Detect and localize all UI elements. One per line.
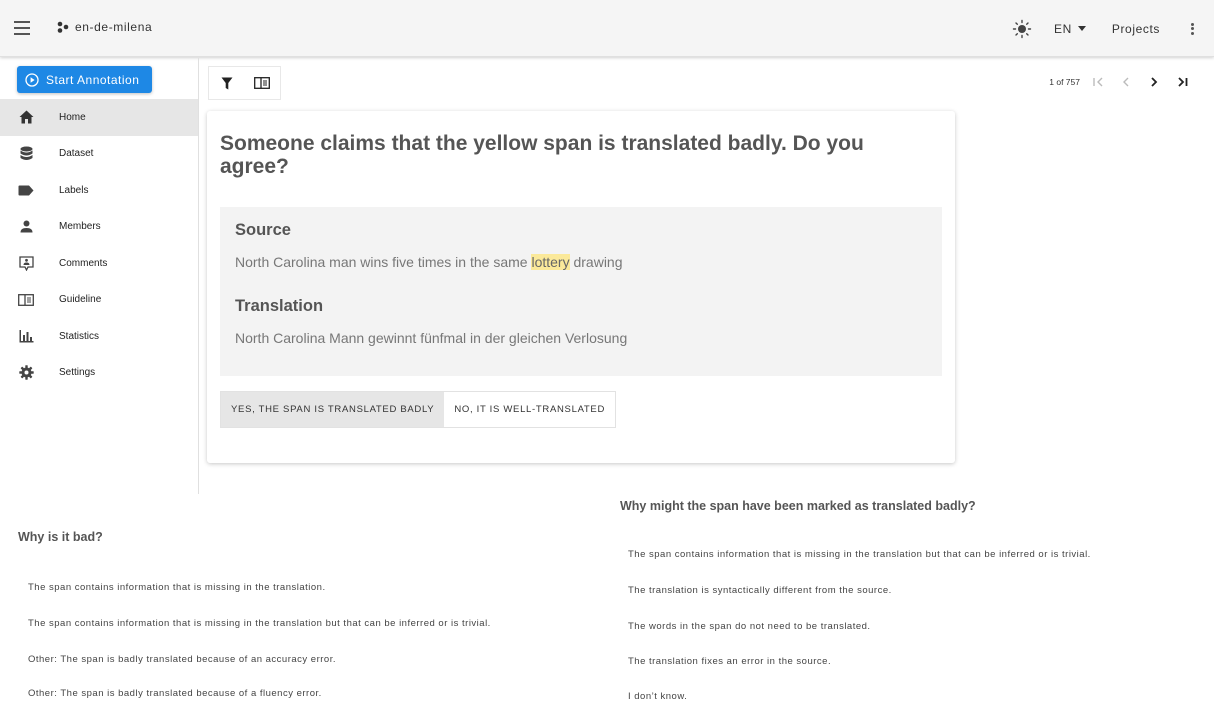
question-text: Someone claims that the yellow span is t… — [220, 132, 864, 178]
first-page-icon — [1092, 77, 1102, 87]
why-marked-option[interactable]: I don’t know. — [628, 691, 687, 702]
sidebar: Start Annotation Home Dataset Labels Mem… — [0, 58, 199, 494]
sidebar-item-label: Home — [59, 111, 86, 123]
highlighted-span: lottery — [531, 254, 570, 270]
menu-icon[interactable] — [14, 21, 30, 35]
page-counter: 1 of 757 — [1049, 77, 1080, 87]
start-annotation-button[interactable]: Start Annotation — [17, 66, 152, 93]
last-page-button[interactable] — [1168, 72, 1196, 92]
sidebar-item-label: Dataset — [59, 148, 94, 160]
yes-translated-badly-button[interactable]: YES, THE SPAN IS TRANSLATED BADLY — [221, 392, 445, 427]
sidebar-item-home[interactable]: Home — [0, 99, 198, 136]
label-icon — [18, 182, 34, 198]
more-vert-icon[interactable] — [1182, 19, 1202, 39]
source-text-after: drawing — [569, 254, 623, 270]
translation-text: North Carolina Mann gewinnt fünfmal in d… — [235, 330, 628, 346]
database-icon — [18, 146, 34, 162]
sidebar-item-statistics[interactable]: Statistics — [0, 318, 198, 355]
why-marked-option[interactable]: The translation is syntactically differe… — [628, 585, 892, 596]
toolbar — [208, 66, 281, 100]
source-heading: Source — [235, 221, 291, 239]
theme-toggle-icon[interactable] — [1012, 19, 1032, 39]
filter-icon — [221, 77, 233, 89]
app-bar: en-de-milena EN Projects — [0, 0, 1214, 57]
book-icon — [18, 292, 34, 308]
guideline-button[interactable] — [245, 66, 281, 100]
first-page-button[interactable] — [1084, 72, 1112, 92]
why-marked-option[interactable]: The span contains information that is mi… — [628, 549, 1091, 560]
why-marked-option[interactable]: The translation fixes an error in the so… — [628, 656, 831, 667]
sidebar-item-settings[interactable]: Settings — [0, 355, 198, 392]
sidebar-item-comments[interactable]: Comments — [0, 245, 198, 282]
why-bad-option[interactable]: Other: The span is badly translated beca… — [28, 688, 322, 699]
annotation-card: Someone claims that the yellow span is t… — [207, 111, 955, 463]
project-title: en-de-milena — [57, 20, 152, 34]
why-marked-option[interactable]: The words in the span do not need to be … — [628, 621, 871, 632]
sidebar-item-label: Statistics — [59, 330, 100, 342]
filter-button[interactable] — [209, 66, 245, 100]
source-text: North Carolina man wins five times in th… — [235, 254, 623, 270]
source-text-before: North Carolina man wins five times in th… — [235, 254, 532, 270]
language-label: EN — [1053, 21, 1072, 36]
why-bad-option[interactable]: Other: The span is badly translated beca… — [28, 654, 336, 665]
sidebar-item-label: Guideline — [59, 294, 102, 306]
sidebar-item-labels[interactable]: Labels — [0, 172, 198, 209]
why-marked-title: Why might the span have been marked as t… — [620, 499, 976, 513]
why-bad-title: Why is it bad? — [18, 530, 103, 544]
answer-toggle-group: YES, THE SPAN IS TRANSLATED BADLY NO, IT… — [220, 391, 617, 428]
chevron-left-icon — [1123, 77, 1129, 87]
caret-down-icon — [1077, 26, 1086, 31]
pagination: 1 of 757 — [1049, 72, 1196, 92]
sidebar-item-label: Members — [59, 221, 101, 233]
no-well-translated-button[interactable]: NO, IT IS WELL-TRANSLATED — [444, 392, 615, 427]
next-page-button[interactable] — [1140, 72, 1168, 92]
why-bad-option[interactable]: The span contains information that is mi… — [28, 582, 326, 593]
sidebar-item-label: Settings — [59, 367, 96, 379]
sidebar-nav: Home Dataset Labels Members Comments Gui… — [0, 99, 198, 391]
last-page-icon — [1177, 77, 1187, 87]
language-selector[interactable]: EN — [1054, 22, 1086, 36]
previous-page-button[interactable] — [1112, 72, 1140, 92]
projects-button[interactable]: Projects — [1112, 22, 1160, 36]
example-panel: Source North Carolina man wins five time… — [220, 207, 942, 376]
sidebar-item-members[interactable]: Members — [0, 209, 198, 246]
project-icon — [57, 21, 69, 33]
start-annotation-label: Start Annotation — [46, 72, 140, 87]
gear-icon — [18, 365, 34, 381]
chart-icon — [18, 328, 34, 344]
sidebar-item-label: Comments — [59, 257, 108, 269]
sidebar-item-label: Labels — [59, 184, 89, 196]
sidebar-item-guideline[interactable]: Guideline — [0, 282, 198, 319]
chevron-right-icon — [1151, 77, 1158, 87]
play-circle-icon — [25, 72, 39, 87]
sidebar-item-dataset[interactable]: Dataset — [0, 136, 198, 173]
why-bad-option[interactable]: The span contains information that is mi… — [28, 618, 491, 629]
book-icon — [254, 77, 271, 89]
home-icon — [18, 109, 34, 125]
person-icon — [18, 219, 34, 235]
comment-icon — [18, 255, 34, 271]
project-name: en-de-milena — [75, 20, 153, 34]
translation-heading: Translation — [235, 297, 324, 315]
